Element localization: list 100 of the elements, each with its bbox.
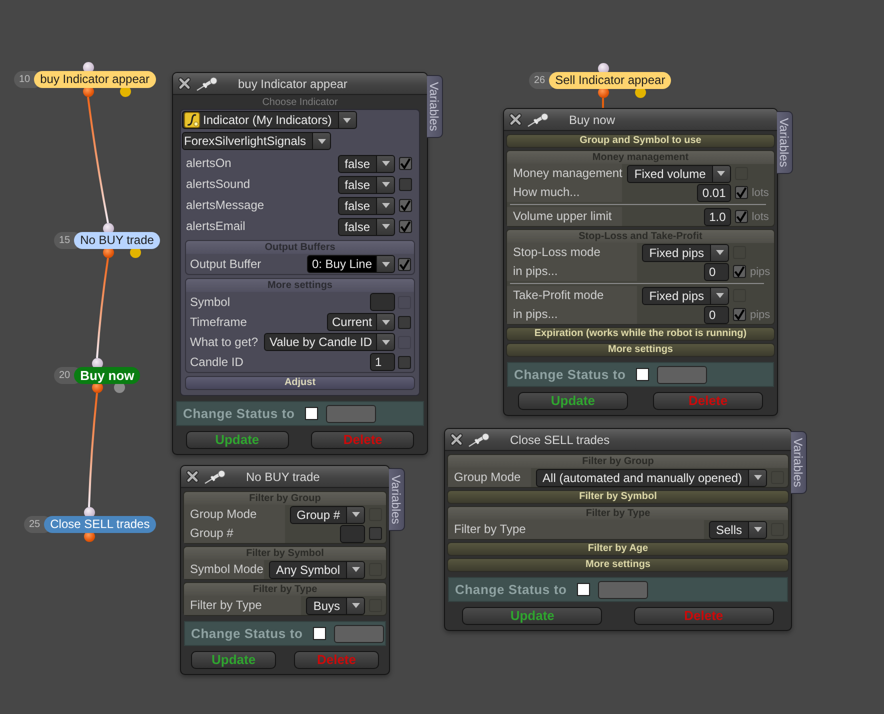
field-label: How much...	[507, 183, 622, 202]
check-icon	[736, 211, 747, 222]
section-header[interactable]: Filter by Symbol	[447, 490, 789, 504]
status-label: Change Status to	[455, 582, 567, 597]
window-title: Close SELL trades	[510, 432, 610, 446]
input-field[interactable]: 0	[704, 262, 729, 280]
checkbox[interactable]	[734, 210, 748, 223]
unit-label: lots	[752, 210, 770, 222]
status-field[interactable]	[326, 404, 376, 422]
status-label: Change Status to	[191, 626, 303, 641]
caret-icon	[382, 203, 390, 208]
check-icon	[400, 158, 411, 169]
input-field[interactable]: 0.01	[697, 184, 731, 202]
checkbox[interactable]	[636, 368, 649, 381]
node-label[interactable]: No BUY trade	[74, 232, 160, 249]
field-label: What to get?	[189, 334, 260, 351]
variables-tab[interactable]: Variables	[777, 111, 793, 174]
checkbox[interactable]	[399, 199, 412, 212]
checkbox[interactable]	[576, 583, 590, 596]
checkbox[interactable]	[399, 220, 412, 233]
field-label: Volume upper limit	[507, 207, 622, 226]
check-icon	[734, 309, 745, 320]
close-icon[interactable]	[186, 470, 199, 483]
checkbox[interactable]	[312, 627, 326, 640]
connector-line	[602, 98, 604, 108]
pushpin-icon[interactable]	[468, 432, 490, 446]
caption-label: Choose Indicator	[261, 96, 339, 109]
checkbox[interactable]	[733, 265, 746, 278]
caret-icon	[382, 182, 390, 187]
field-label: Filter by Type	[184, 596, 302, 615]
section-header[interactable]: Group and Symbol to use	[506, 134, 775, 148]
section-header[interactable]: More settings	[447, 558, 789, 572]
field-label: alertsEmail	[185, 218, 246, 235]
checkbox[interactable]	[399, 178, 412, 191]
checkbox[interactable]	[399, 157, 412, 170]
checkbox[interactable]	[398, 356, 411, 368]
status-field[interactable]	[598, 580, 648, 598]
input-field[interactable]	[370, 293, 395, 311]
input-field[interactable]: 1.0	[704, 208, 731, 226]
caret-icon	[716, 293, 724, 298]
checkbox[interactable]	[733, 308, 746, 321]
section-header[interactable]: Filter by Age	[447, 542, 789, 556]
checkbox[interactable]	[369, 527, 382, 540]
input-field[interactable]	[340, 524, 365, 542]
check-icon	[399, 258, 410, 270]
field-label: in pips...	[507, 305, 638, 324]
caret-icon	[717, 171, 726, 176]
caret-icon	[382, 320, 390, 324]
field-label: alertsMessage	[185, 197, 266, 214]
update-button[interactable]: Update	[462, 607, 602, 625]
caret-icon	[754, 475, 762, 480]
field-label: in pips...	[507, 262, 638, 281]
update-button[interactable]: Update	[191, 651, 276, 669]
checkbox[interactable]	[734, 186, 748, 199]
update-button[interactable]: Update	[186, 431, 289, 449]
caret-icon	[754, 527, 762, 532]
field-label: Take-Profit mode	[507, 286, 638, 305]
caret-icon	[382, 161, 390, 166]
close-icon[interactable]	[450, 433, 463, 446]
variables-tab[interactable]: Variables	[791, 431, 807, 494]
caret-icon	[382, 340, 390, 344]
close-icon[interactable]	[178, 77, 191, 90]
checkbox[interactable]	[398, 258, 411, 270]
input-field[interactable]: 1	[370, 353, 395, 371]
section-header[interactable]: Expiration (works while the robot is running)	[506, 327, 775, 341]
node-label[interactable]: buy Indicator appear	[34, 71, 156, 88]
variables-tab[interactable]: Variables	[427, 75, 443, 138]
node-label[interactable]: Buy now	[74, 367, 140, 384]
field-label: Candle ID	[189, 354, 244, 371]
unit-label: pips	[750, 308, 770, 320]
field-label: Symbol Mode	[184, 560, 264, 579]
input-field[interactable]: 0	[704, 306, 729, 324]
caret-icon	[343, 118, 352, 122]
checkbox[interactable]	[398, 316, 411, 328]
unit-label: lots	[752, 186, 770, 198]
section-header[interactable]: Adjust	[185, 376, 415, 390]
field-label: Filter by Type	[448, 520, 704, 539]
check-icon	[734, 266, 745, 277]
field-label: Symbol	[189, 294, 232, 311]
variables-tab[interactable]: Variables	[389, 468, 405, 532]
pushpin-icon[interactable]	[196, 76, 218, 90]
caret-icon	[716, 250, 724, 255]
caret-icon	[382, 224, 390, 229]
caret-icon	[318, 138, 326, 144]
pushpin-icon[interactable]	[204, 470, 226, 484]
node-label[interactable]: Sell Indicator appear	[549, 72, 672, 89]
function-icon	[184, 112, 200, 128]
node-label[interactable]: Close SELL trades	[44, 516, 156, 533]
check-icon	[400, 200, 411, 211]
status-label: Change Status to	[514, 367, 626, 382]
status-field[interactable]	[334, 624, 384, 642]
pushpin-icon[interactable]	[527, 112, 549, 126]
checkbox[interactable]	[304, 407, 318, 420]
status-field[interactable]	[656, 366, 707, 384]
field-label: alertsOn	[185, 155, 232, 172]
section-header[interactable]: More settings	[506, 343, 775, 357]
update-button[interactable]: Update	[518, 392, 628, 410]
close-icon[interactable]	[509, 113, 522, 126]
field-label: Group #	[184, 524, 285, 543]
field-label: Money management	[507, 164, 622, 183]
